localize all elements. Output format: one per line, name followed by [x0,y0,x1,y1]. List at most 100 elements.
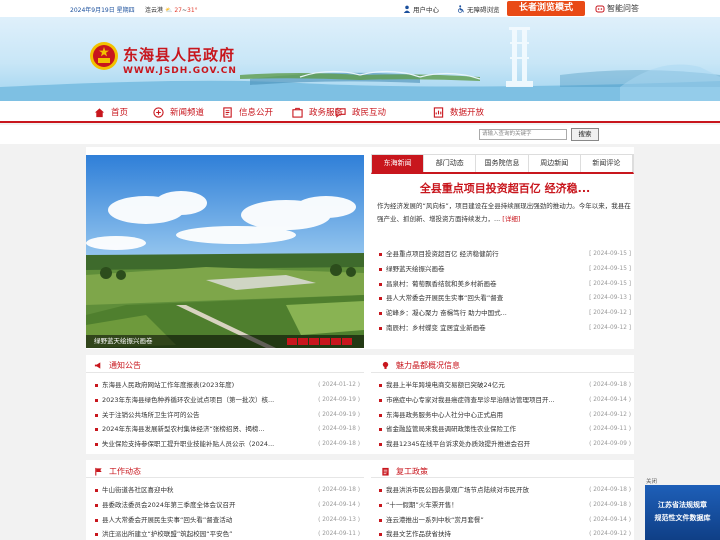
site-url: WWW.JSDH.GOV.CN [123,66,237,76]
work-section: 工作动态 牛山街道各社区喜迎中秋 ( 2024-09-18 ) 县委政法委员会202… [86,460,364,540]
work-item-date: ( 2024-09-14 ) [318,501,360,508]
headline-link[interactable]: 全县重点项目投资超百亿 经济稳... [376,180,634,196]
elder-mode-button[interactable]: 长者浏览模式 [507,1,585,16]
news-item-title: 全县重点项目投资超百亿 经济稳健前行 [386,250,499,258]
horn-icon [94,361,101,369]
charm-item-title: 东海县政务服务中心人社分中心正式启用 [386,410,503,419]
notice-item[interactable]: 失业保险支持参保职工提升职业技能补贴人员公示（2024... ( 2024-09-… [92,437,360,452]
work-item[interactable]: 洪庄派出所建立“护校联盟”筑起校园“平安色” ( 2024-09-11 ) [92,527,360,540]
slideshow-pager [286,338,352,345]
charm-item[interactable]: 省金融监管局来我县调研政策性农业保险工作 ( 2024-09-11 ) [376,422,631,437]
charm-item[interactable]: 东海县政务服务中心人社分中心正式启用 ( 2024-09-12 ) [376,408,631,423]
charm-item[interactable]: 我县上半年跨境电商交易额已突破24亿元 ( 2024-09-18 ) [376,378,631,393]
notice-item-date: ( 2024-09-19 ) [318,411,360,418]
reopen-item-date: ( 2024-09-14 ) [589,516,631,523]
reopen-item-title: “十一假期”火车票开售！ [386,500,458,509]
nav-interaction[interactable]: 政民互动 [335,105,386,119]
news-item-title: 南辰村：乡村蝶变 宜居宜业新画卷 [386,323,486,332]
notice-header: 通知公告 [94,357,141,373]
slide-dot[interactable] [331,338,341,345]
notice-item-date: ( 2024-09-19 ) [318,396,360,403]
main-navigation: 首页 新闻频道 信息公开 政务服务 政民互动 数据开放 [0,101,720,123]
news-icon [153,106,164,118]
nav-open-data-label: 数据开放 [450,108,485,118]
nav-news[interactable]: 新闻频道 [153,105,204,119]
charm-item[interactable]: 我县12345在线平台诉求处办质效提升推进会召开 ( 2024-09-09 ) [376,437,631,452]
reopen-item[interactable]: 连云港推出一系列中秋“赏月套餐” ( 2024-09-14 ) [376,513,631,528]
slide-dot[interactable] [342,338,352,345]
notice-item[interactable]: 关于注销公共场所卫生许可的公告 ( 2024-09-19 ) [92,408,360,423]
slide-dot[interactable] [309,338,319,345]
wheelchair-icon [458,5,464,13]
news-item[interactable]: 县人大常委会开展民生实事“回头看”督查 [ 2024-09-13 ] [376,291,631,306]
search-button[interactable]: 搜索 [571,128,599,141]
tab-news-commentary[interactable]: 新闻评论 [581,155,634,172]
notice-item[interactable]: 东海县人民政府网站工作年度报表(2023年度) ( 2024-01-12 ) [92,378,360,393]
search-input[interactable]: 请输入查询的关键字 [479,129,567,140]
news-item[interactable]: 南辰村：乡村蝶变 宜居宜业新画卷 [ 2024-09-12 ] [376,321,631,336]
news-item-title: 昌泉村：葡萄飘香结就和美乡村新画卷 [386,279,497,288]
interaction-icon [335,107,346,118]
work-item[interactable]: 县委政法委员会2024年第三季度全体会议召开 ( 2024-09-14 ) [92,498,360,513]
nav-home[interactable]: 首页 [94,105,128,119]
work-item-date: ( 2024-09-13 ) [318,516,360,523]
slide-dot[interactable] [287,338,297,345]
nav-open-data[interactable]: 数据开放 [433,105,484,119]
tab-department-news[interactable]: 部门动态 [424,155,477,172]
more-details-link[interactable]: [详细] [502,215,520,223]
search-bar: 请输入查询的关键字 搜索 [0,125,720,144]
user-center-link[interactable]: 用户中心 [403,4,439,14]
reopen-item-date: ( 2024-09-18 ) [589,487,631,493]
smart-qa-link[interactable]: 智能问答 [595,3,639,14]
lightbulb-icon [382,361,389,369]
work-item[interactable]: 县人大常委会开展民生实事“回头看”督查活动 ( 2024-09-13 ) [92,513,360,528]
home-icon [94,107,105,117]
slide-dot[interactable] [298,338,308,345]
header-banner: 东海县人民政府 WWW.JSDH.GOV.CN [0,17,720,101]
work-item-title: 洪庄派出所建立“护校联盟”筑起校园“平安色” [102,530,233,539]
float-ad-line2: 规范性文件数据库 [654,513,711,522]
notice-item[interactable]: 2023年东海县绿色种养循环农业试点项目（第一批次）核... ( 2024-09-… [92,393,360,408]
notice-section: 通知公告 东海县人民政府网站工作年度报表(2023年度) ( 2024-01-12… [86,355,364,455]
chat-bot-icon [595,5,605,12]
accessibility-link[interactable]: 无障碍浏览 [457,4,500,14]
regulations-database-ad[interactable]: 江苏省法规规章 规范性文件数据库 [645,485,720,540]
work-title: 工作动态 [109,466,141,476]
reopen-item[interactable]: 我县文艺作品获省扶持 ( 2024-09-12 ) [376,527,631,540]
reopen-item-date: ( 2024-09-18 ) [589,501,631,508]
charm-item-date: ( 2024-09-14 ) [589,396,631,403]
site-title: 东海县人民政府 [123,46,236,64]
nav-info-disclosure[interactable]: 信息公开 [222,105,273,119]
main-content: 绿野蓝天绘振兴画卷 东海新闻 部门动态 国务院信息 周边新闻 新闻评论 全县重点… [86,147,634,540]
tab-nearby-news[interactable]: 周边新闻 [529,155,581,172]
reopen-item[interactable]: 我县洪浜市民公园各景观广场节点陆续对市民开放 ( 2024-09-18 ) [376,483,631,498]
notice-item[interactable]: 2024年东海县发展新型农村集体经济“张榜招贤、揭榜... ( 2024-09-1… [92,422,360,437]
user-icon [403,5,411,13]
notice-item-title: 关于注销公共场所卫生许可的公告 [102,410,200,419]
reopen-item-title: 我县洪浜市民公园各景观广场节点陆续对市民开放 [386,486,529,494]
current-date: 2024年9月19日 星期四 [70,7,135,14]
slide-dot[interactable] [320,338,330,345]
news-item[interactable]: 驼峰乡：凝心聚力 奋楫笃行 助力中国式... [ 2024-09-12 ] [376,306,631,321]
news-item[interactable]: 绿野蓝天绘振兴画卷 [ 2024-09-15 ] [376,262,631,277]
tab-donghai-news[interactable]: 东海新闻 [372,155,425,172]
news-item-title: 绿野蓝天绘振兴画卷 [386,264,445,273]
charm-header: 魅力晶都概况信息 [381,357,460,373]
float-ad-close[interactable]: 关闭 [646,477,657,485]
slideshow-photo [86,155,364,348]
reopen-divider [371,477,634,478]
data-icon [433,106,444,118]
news-item[interactable]: 全县重点项目投资超百亿 经济稳健前行 [ 2024-09-15 ] [376,247,631,262]
news-item-date: [ 2024-09-13 ] [589,295,631,302]
charm-item[interactable]: 市癌症中心专家对我县癌症筛查早诊早治随访管理项目开... ( 2024-09-14… [376,393,631,408]
reopen-title: 复工政策 [396,466,428,476]
reopen-item-date: ( 2024-09-12 ) [589,531,631,538]
photo-slideshow[interactable]: 绿野蓝天绘振兴画卷 [86,155,364,348]
top-news-list: 全县重点项目投资超百亿 经济稳健前行[ 2024-09-15 ] 绿野蓝天绘振兴画… [376,247,631,336]
temp-high: 31° [187,7,198,14]
charm-item-date: ( 2024-09-12 ) [589,411,631,418]
tab-state-council[interactable]: 国务院信息 [476,155,529,172]
reopen-item[interactable]: “十一假期”火车票开售！ ( 2024-09-18 ) [376,498,631,513]
news-item[interactable]: 昌泉村：葡萄飘香结就和美乡村新画卷 [ 2024-09-15 ] [376,277,631,292]
work-item[interactable]: 牛山街道各社区喜迎中秋 ( 2024-09-18 ) [92,483,360,498]
